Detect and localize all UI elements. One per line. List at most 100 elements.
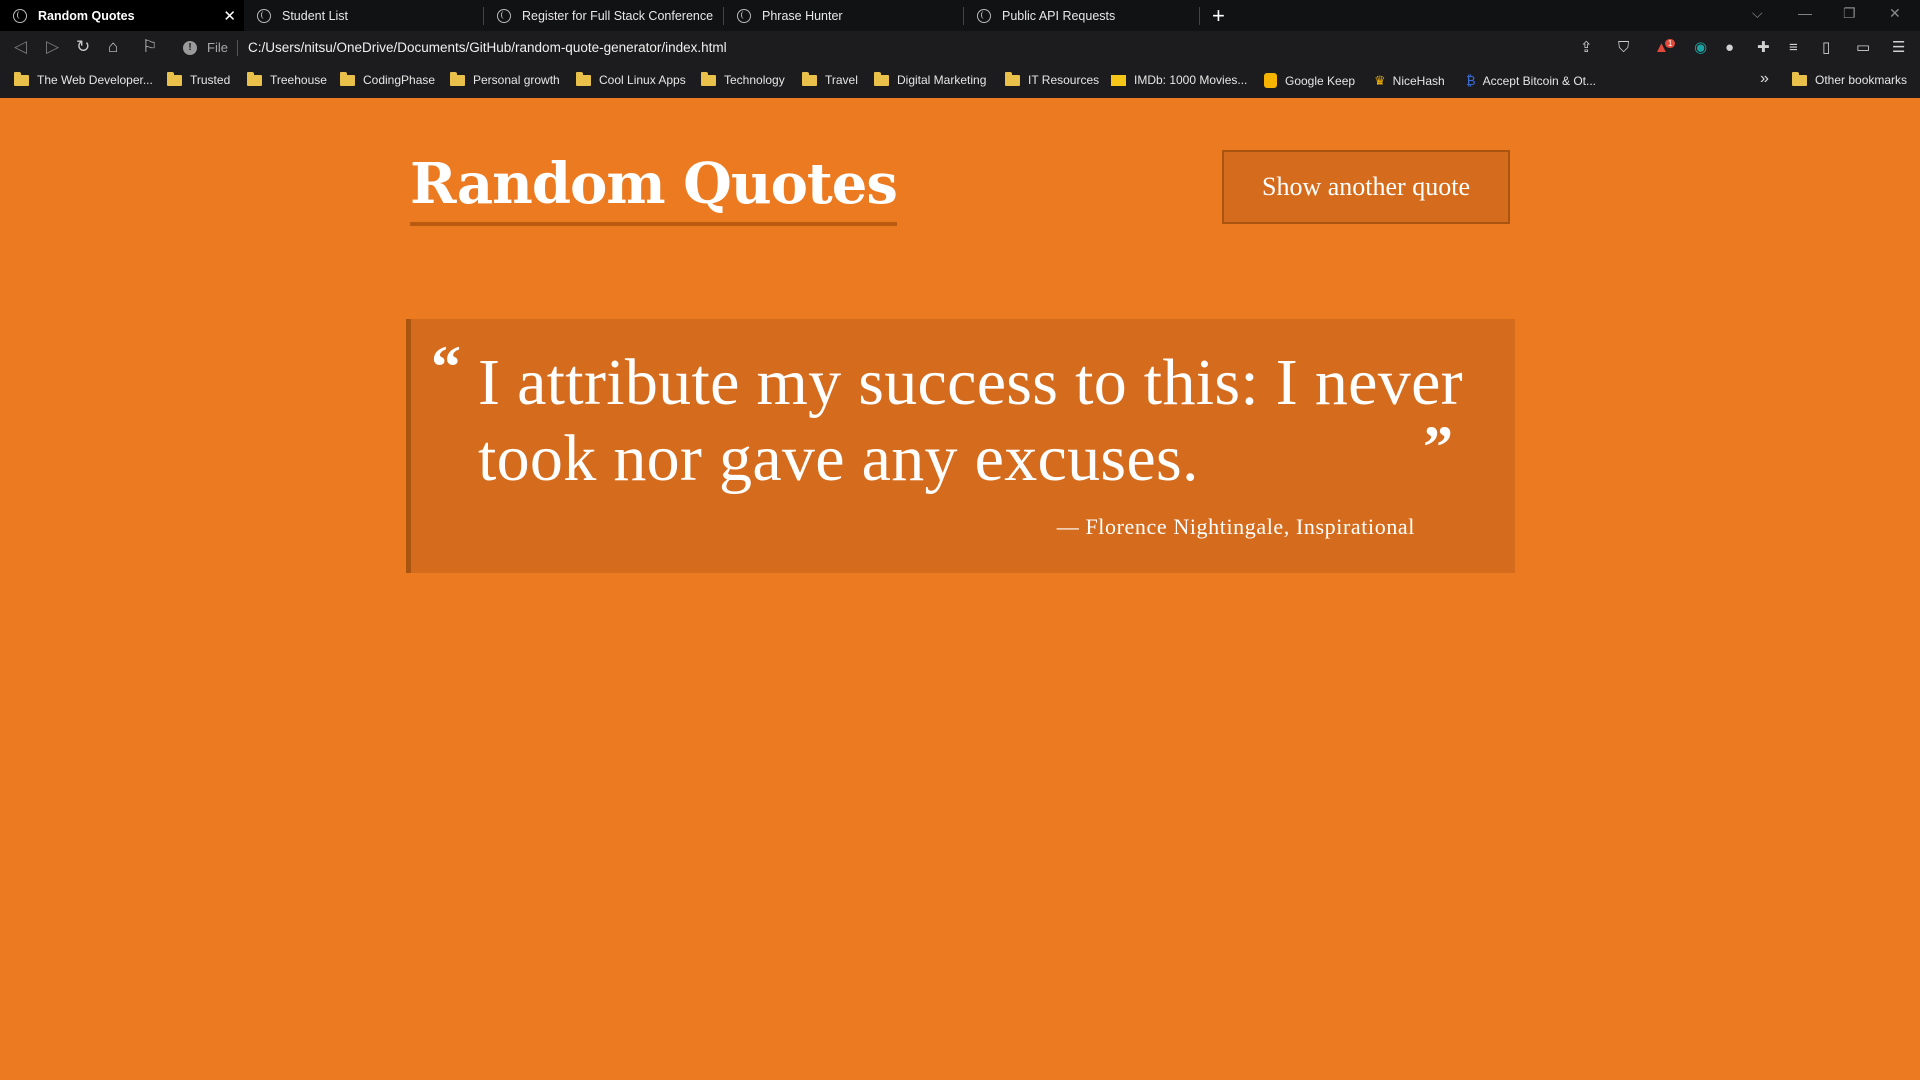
bookmark-travel[interactable]: Travel: [802, 71, 858, 87]
alert-badge: 1: [1664, 39, 1676, 48]
bookmark-icon[interactable]: ⚐: [142, 37, 157, 57]
folder-icon: [701, 71, 716, 86]
bookmark-label: Treehouse: [270, 73, 327, 87]
page-title: Random Quotes: [410, 153, 898, 226]
quote-text: I attribute my success to this: I never …: [478, 346, 1463, 495]
imdb-icon: [1111, 74, 1126, 86]
bookmark-codingphase[interactable]: CodingPhase: [340, 71, 436, 87]
reload-icon[interactable]: ↻: [76, 37, 90, 57]
tab-label: Student List: [282, 8, 349, 23]
folder-icon: [14, 71, 29, 86]
browser-toolbar: ◁ ▷ ↻ ⌂ ⚐ ! File C:/Users/nitsu/OneDrive…: [0, 31, 1920, 64]
bookmark-label: Personal growth: [473, 73, 560, 87]
globe-icon: [737, 8, 751, 23]
minimize-icon[interactable]: —: [1798, 5, 1812, 21]
tab-bar: Random Quotes ✕ Student List Register fo…: [0, 0, 1920, 31]
tab-register-conference[interactable]: Register for Full Stack Conference: [484, 0, 723, 31]
open-quote-mark: “: [431, 334, 461, 400]
tab-random-quotes[interactable]: Random Quotes ✕: [0, 0, 244, 31]
home-icon[interactable]: ⌂: [108, 37, 118, 57]
nicehash-icon: ♛: [1374, 73, 1386, 88]
share-icon[interactable]: ⇪: [1580, 39, 1593, 56]
folder-icon: [874, 71, 889, 86]
address-divider: [236, 39, 238, 56]
quote-citation: — Florence Nightingale, Inspirational: [1056, 514, 1415, 539]
menu-icon[interactable]: ☰: [1892, 39, 1905, 56]
restore-icon[interactable]: ❐: [1843, 5, 1856, 22]
bookmark-it-resources[interactable]: IT Resources: [1005, 71, 1100, 87]
site-info-icon[interactable]: !: [183, 40, 197, 55]
bookmark-label: Technology: [724, 73, 785, 87]
folder-icon: [247, 71, 262, 86]
page-viewport: Random Quotes Show another quote “ I att…: [0, 98, 1920, 1080]
bookmark-label: IT Resources: [1028, 73, 1100, 87]
bookmark-label: Trusted: [190, 73, 231, 87]
folder-icon: [576, 71, 591, 86]
window-close-icon[interactable]: ✕: [1889, 5, 1901, 22]
bookmarks-bar: The Web Developer... Trusted Treehouse C…: [0, 64, 1920, 98]
bitcoin-icon: ₿: [1466, 73, 1476, 88]
bookmark-accept-bitcoin[interactable]: ₿ Accept Bitcoin & Ot...: [1466, 73, 1596, 88]
bookmark-label: Other bookmarks: [1815, 73, 1908, 87]
tab-label: Random Quotes: [38, 8, 135, 23]
quote-box: “ I attribute my success to this: I neve…: [406, 319, 1515, 573]
folder-icon: [340, 71, 355, 86]
bookmark-treehouse[interactable]: Treehouse: [247, 71, 327, 87]
folder-icon: [1005, 71, 1020, 86]
other-bookmarks[interactable]: Other bookmarks: [1792, 71, 1908, 87]
globe-icon: [257, 8, 271, 23]
show-another-quote-button[interactable]: Show another quote: [1222, 150, 1510, 224]
tab-label: Public API Requests: [1002, 8, 1116, 23]
bookmark-label: IMDb: 1000 Movies...: [1134, 73, 1248, 87]
tab-student-list[interactable]: Student List: [244, 0, 483, 31]
brave-rewards-icon[interactable]: ▲1: [1654, 39, 1679, 58]
bookmark-google-keep[interactable]: Google Keep: [1264, 73, 1355, 88]
bookmark-label: Cool Linux Apps: [599, 73, 686, 87]
tab-label: Register for Full Stack Conference: [522, 8, 714, 23]
bookmark-label: The Web Developer...: [37, 73, 153, 87]
new-tab-icon[interactable]: +: [1212, 3, 1225, 29]
folder-icon: [450, 71, 465, 86]
file-scheme-label: File: [207, 40, 228, 55]
folder-icon: [802, 71, 817, 86]
bookmark-digital-marketing[interactable]: Digital Marketing: [874, 71, 987, 87]
tab-label: Phrase Hunter: [762, 8, 843, 23]
close-tab-icon[interactable]: ✕: [223, 7, 236, 25]
bookmark-label: Travel: [825, 73, 858, 87]
bookmark-web-developer[interactable]: The Web Developer...: [14, 71, 153, 87]
brave-shields-icon[interactable]: ⛉: [1618, 39, 1629, 56]
bookmark-label: NiceHash: [1392, 74, 1445, 88]
google-keep-icon: [1264, 73, 1277, 88]
extension-icon[interactable]: ◉: [1694, 39, 1707, 56]
bookmark-label: CodingPhase: [363, 73, 436, 87]
globe-icon: [497, 8, 511, 23]
url-text[interactable]: C:/Users/nitsu/OneDrive/Documents/GitHub…: [248, 40, 727, 55]
tab-search-chevron-icon[interactable]: ⌵: [1752, 5, 1763, 22]
bookmark-label: Google Keep: [1285, 73, 1356, 88]
folder-icon: [1792, 71, 1807, 86]
bookmark-trusted[interactable]: Trusted: [167, 71, 231, 87]
close-quote-mark: ”: [1423, 414, 1453, 480]
bookmark-cool-linux-apps[interactable]: Cool Linux Apps: [576, 71, 686, 87]
extension-circle-icon[interactable]: ●: [1725, 39, 1734, 56]
bookmark-technology[interactable]: Technology: [701, 71, 785, 87]
bookmark-imdb[interactable]: IMDb: 1000 Movies...: [1111, 73, 1247, 87]
tab-phrase-hunter[interactable]: Phrase Hunter: [724, 0, 963, 31]
folder-icon: [167, 71, 182, 86]
bookmark-label: Accept Bitcoin & Ot...: [1482, 73, 1597, 88]
reading-list-icon[interactable]: ≡: [1789, 39, 1798, 56]
address-bar[interactable]: ! File C:/Users/nitsu/OneDrive/Documents…: [174, 34, 1624, 61]
back-icon[interactable]: ◁: [14, 37, 27, 57]
puzzle-icon[interactable]: ✚: [1757, 39, 1770, 56]
globe-icon: [13, 8, 27, 23]
bookmark-nicehash[interactable]: ♛ NiceHash: [1374, 73, 1445, 89]
bookmark-personal-growth[interactable]: Personal growth: [450, 71, 560, 87]
more-bookmarks-chevron-icon[interactable]: »: [1760, 70, 1769, 88]
sidebar-icon[interactable]: ▯: [1822, 39, 1830, 56]
bookmark-label: Digital Marketing: [897, 73, 987, 87]
tab-public-api-requests[interactable]: Public API Requests: [964, 0, 1199, 31]
globe-icon: [977, 8, 991, 23]
wallet-icon[interactable]: ▭: [1856, 39, 1870, 56]
tab-divider: [1199, 7, 1200, 25]
forward-icon[interactable]: ▷: [46, 37, 59, 57]
